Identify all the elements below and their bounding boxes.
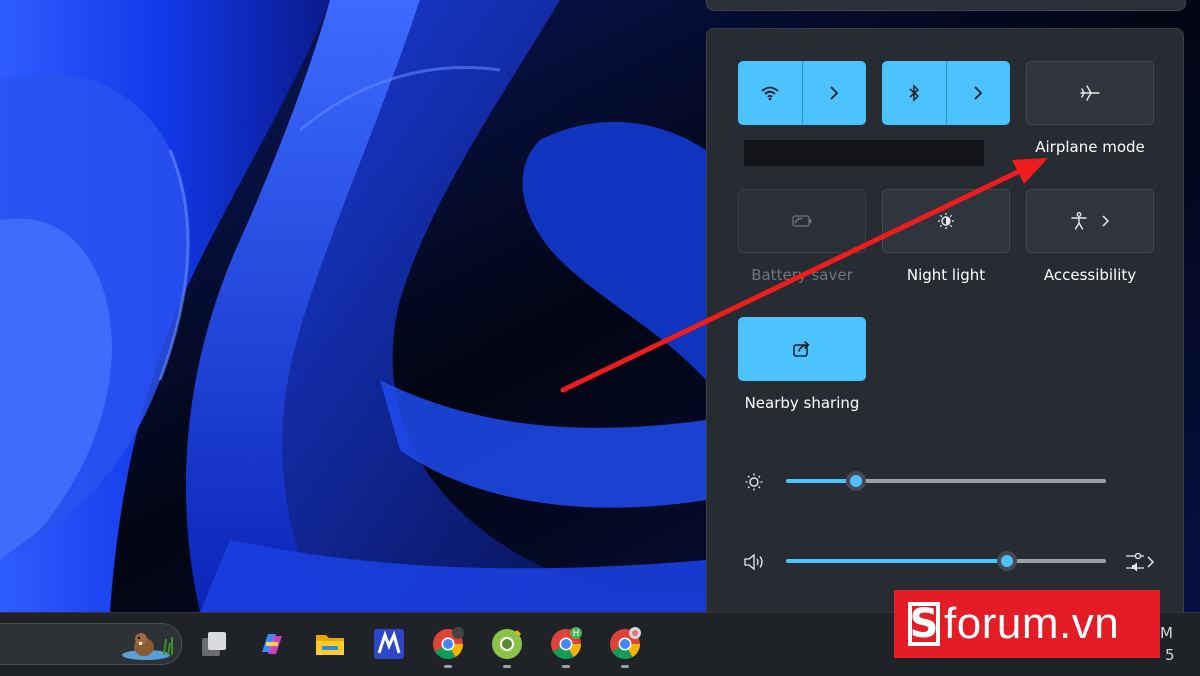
battery-saver-tile[interactable] [738, 189, 866, 253]
bluetooth-toggle[interactable] [882, 61, 946, 125]
file-explorer-icon[interactable] [313, 627, 347, 661]
clock-time[interactable]: M [1160, 624, 1173, 642]
chevron-right-icon [830, 86, 839, 100]
wifi-icon [761, 86, 779, 101]
chevron-right-icon [1147, 556, 1155, 568]
brightness-slider[interactable] [786, 471, 1106, 491]
airplane-mode-tile[interactable] [1026, 61, 1154, 125]
audio-output-icon [1126, 552, 1144, 572]
chrome-icon[interactable] [431, 627, 465, 661]
app-m-icon[interactable] [372, 627, 406, 661]
airplane-mode-label: Airplane mode [1035, 138, 1145, 156]
bluetooth-tile[interactable] [882, 61, 1010, 125]
night-light-label: Night light [906, 266, 986, 284]
wifi-toggle[interactable] [738, 61, 802, 125]
redacted-network-label [744, 140, 984, 166]
chrome-green-icon[interactable] [490, 627, 524, 661]
speaker-icon[interactable] [741, 550, 767, 574]
bluetooth-icon [909, 84, 919, 102]
accessibility-icon [1071, 212, 1087, 230]
running-indicator [444, 665, 452, 668]
share-icon [793, 341, 810, 357]
airplane-icon [1080, 85, 1100, 101]
chevron-right-icon[interactable] [1101, 214, 1111, 228]
forum-vn-watermark: S forum.vn [894, 590, 1160, 658]
battery-saver-icon [792, 215, 812, 227]
volume-slider-thumb[interactable] [996, 551, 1017, 571]
nearby-sharing-tile[interactable] [738, 317, 866, 381]
volume-slider[interactable] [786, 551, 1106, 571]
audio-output-button[interactable] [1120, 549, 1160, 575]
accessibility-label: Accessibility [1043, 266, 1137, 284]
notification-panel-edge [706, 0, 1186, 11]
svg-text:H: H [573, 629, 580, 639]
brand-logo-letter: S [908, 601, 940, 647]
nearby-sharing-label: Nearby sharing [744, 394, 860, 412]
running-indicator [503, 665, 511, 668]
wifi-expand-button[interactable] [801, 61, 867, 125]
night-light-icon [938, 213, 954, 229]
chrome-profile-icon[interactable] [608, 627, 642, 661]
chevron-right-icon [974, 86, 983, 100]
brightness-icon [742, 470, 766, 494]
chrome-profile-h-icon[interactable]: H [549, 627, 583, 661]
accessibility-tile[interactable] [1026, 189, 1154, 253]
task-view-icon[interactable] [197, 627, 231, 661]
beaver-widget-icon[interactable] [120, 625, 176, 661]
clock-date[interactable]: 5 [1165, 646, 1175, 664]
running-indicator [562, 665, 570, 668]
brand-text: forum.vn [944, 599, 1120, 648]
copilot-icon[interactable] [255, 627, 289, 661]
battery-saver-label: Battery saver [751, 266, 853, 284]
night-light-tile[interactable] [882, 189, 1010, 253]
bluetooth-expand-button[interactable] [945, 61, 1011, 125]
wifi-tile[interactable] [738, 61, 866, 125]
volume-slider-fill [786, 559, 1007, 563]
running-indicator [621, 665, 629, 668]
